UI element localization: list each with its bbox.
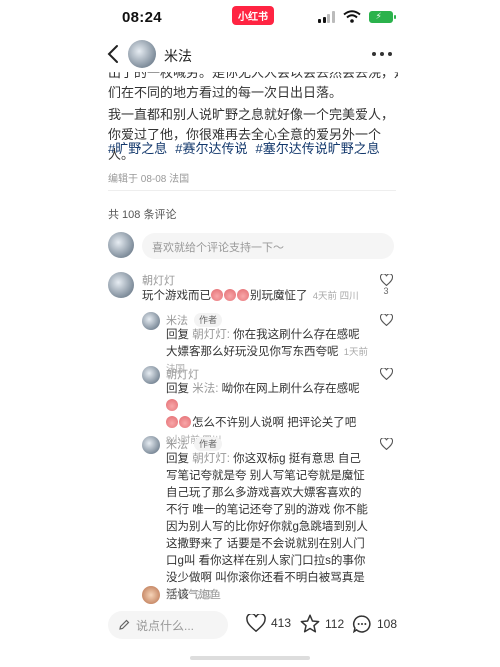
commenter-name[interactable]: 米法 作者 bbox=[166, 436, 223, 452]
my-avatar bbox=[108, 232, 134, 258]
comment-item: 朝灯灯 玩个游戏而已 别玩魔怔了 4天前 四川 3 bbox=[108, 272, 398, 312]
commenter-name[interactable]: 荔枝气泡鱼 bbox=[166, 586, 221, 602]
comment-like-button[interactable] bbox=[379, 368, 393, 380]
emoji-icon bbox=[179, 416, 191, 428]
reply-item: 米法 作者 回复 朝灯灯: 你在我这刷什么存在感呢 大嫖客那么好玩没见你写东西夸呢… bbox=[142, 312, 398, 375]
comment-total: 108 bbox=[377, 617, 398, 631]
comment-bubble-icon bbox=[352, 615, 371, 634]
comment-button[interactable]: 108 bbox=[352, 614, 397, 634]
heart-icon bbox=[379, 314, 393, 326]
hashtag-link[interactable]: #赛尔达传说 bbox=[175, 138, 247, 157]
comment-input-row: 喜欢就给个评论支持一下～ bbox=[108, 232, 394, 260]
commenter-avatar[interactable] bbox=[142, 586, 160, 604]
back-arrow-icon[interactable] bbox=[106, 44, 120, 64]
commenter-avatar[interactable] bbox=[142, 436, 160, 454]
comment-input[interactable]: 喜欢就给个评论支持一下～ bbox=[142, 233, 394, 259]
bottom-action-bar: 说点什么... 413 112 108 bbox=[0, 608, 500, 648]
commenter-name[interactable]: 米法 作者 bbox=[166, 312, 223, 328]
author-name[interactable]: 米法 bbox=[164, 46, 192, 66]
app-badge: 小红书 bbox=[232, 6, 274, 25]
like-count: 3 bbox=[383, 286, 389, 296]
commenter-name[interactable]: 朝灯灯 bbox=[166, 366, 199, 382]
commenter-avatar[interactable] bbox=[108, 272, 134, 298]
edited-info: 编辑于 08-08 法国 bbox=[108, 174, 190, 185]
heart-icon bbox=[379, 368, 393, 380]
commenter-avatar[interactable] bbox=[142, 312, 160, 330]
post-text-cut-line: 出了的一枚喊劳。是你无人人会以会去然会去浣，是我 bbox=[108, 72, 398, 80]
bottom-comment-input[interactable]: 说点什么... bbox=[108, 611, 228, 639]
comment-like-button[interactable] bbox=[379, 438, 393, 450]
comment-meta: 4天前 四川 bbox=[312, 291, 359, 302]
author-tag: 作者 bbox=[194, 437, 223, 451]
emoji-icon bbox=[211, 289, 223, 301]
heart-icon bbox=[246, 614, 266, 632]
star-icon bbox=[300, 614, 320, 633]
status-bar: 08:24 小红书 ⚡ bbox=[0, 0, 500, 36]
emoji-icon bbox=[237, 289, 249, 301]
post-scroll-area[interactable]: 出了的一枚喊劳。是你无人人会以会去然会去浣，是我 们在不同的地方看过的每一次日出… bbox=[0, 72, 500, 608]
comment-like-button[interactable] bbox=[379, 314, 393, 326]
reply-item: 荔枝气泡鱼 bbox=[142, 586, 398, 608]
hashtag-link[interactable]: #旷野之息 bbox=[108, 138, 167, 157]
signal-icon bbox=[318, 10, 335, 23]
post-tags: #旷野之息 #赛尔达传说 #塞尔达传说旷野之息 bbox=[108, 138, 380, 157]
post-text-line: 们在不同的地方看过的每一次日出日落。 bbox=[108, 85, 343, 100]
collect-total: 112 bbox=[325, 616, 345, 631]
commenter-name[interactable]: 朝灯灯 bbox=[142, 272, 175, 288]
commenter-avatar[interactable] bbox=[142, 366, 160, 384]
author-avatar[interactable] bbox=[128, 40, 156, 68]
comment-text: 回复 朝灯灯: 你这双标g 挺有意思 自己写笔记夸就是夸 别人写笔记夸就是魔怔 … bbox=[166, 453, 368, 601]
like-button[interactable]: 413 bbox=[246, 614, 291, 632]
divider bbox=[108, 190, 396, 191]
status-icons: ⚡ bbox=[318, 10, 396, 23]
status-time: 08:24 bbox=[122, 9, 162, 26]
comment-count: 共 108 条评论 bbox=[108, 209, 177, 221]
home-indicator bbox=[190, 656, 310, 660]
like-total: 413 bbox=[271, 616, 292, 630]
reply-item: 米法 作者 回复 朝灯灯: 你这双标g 挺有意思 自己写笔记夸就是夸 别人写笔记夸… bbox=[142, 436, 398, 601]
emoji-icon bbox=[166, 399, 178, 411]
emoji-icon bbox=[166, 416, 178, 428]
battery-icon: ⚡ bbox=[368, 10, 396, 23]
heart-icon bbox=[379, 274, 393, 286]
reply-item: 朝灯灯 回复 米法: 呦你在网上刷什么存在感呢 怎么不许别人说啊 把评论关了吧 … bbox=[142, 366, 398, 446]
pencil-icon bbox=[119, 619, 130, 630]
hashtag-link[interactable]: #塞尔达传说旷野之息 bbox=[255, 138, 379, 157]
collect-button[interactable]: 112 bbox=[300, 614, 344, 633]
heart-icon bbox=[379, 438, 393, 450]
comment-text: 玩个游戏而已 别玩魔怔了 4天前 四川 bbox=[142, 289, 359, 302]
comment-like-button[interactable]: 3 bbox=[379, 274, 393, 296]
author-tag: 作者 bbox=[194, 313, 223, 327]
wifi-icon bbox=[342, 10, 361, 23]
more-icon[interactable] bbox=[372, 44, 392, 64]
emoji-icon bbox=[224, 289, 236, 301]
post-header: 米法 bbox=[0, 36, 500, 72]
